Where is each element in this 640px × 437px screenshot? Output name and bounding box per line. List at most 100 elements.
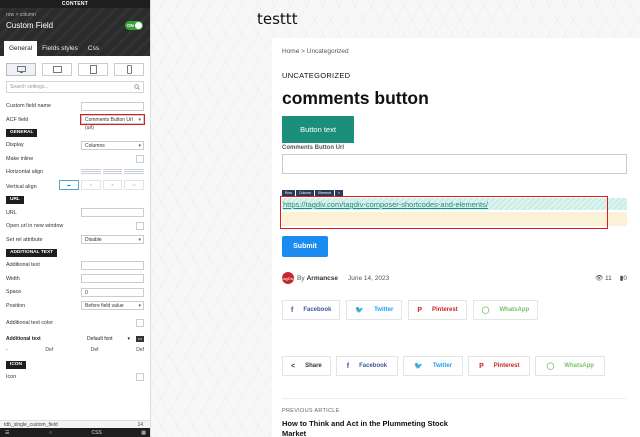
display-select[interactable]: Columns (81, 140, 144, 150)
icon-picker[interactable] (136, 373, 144, 382)
search-icon (134, 84, 140, 90)
rel-attribute-select[interactable]: Disable (81, 235, 144, 245)
align-left-option[interactable] (81, 169, 101, 176)
url-row: URL (6, 206, 144, 220)
panel-breadcrumb[interactable]: row > column (6, 12, 36, 18)
font-default-1[interactable]: Def (45, 347, 53, 353)
valign-bottom-option[interactable]: ≡ (102, 180, 123, 190)
comments-button-url-input[interactable] (282, 154, 627, 174)
custom-field-block[interactable]: Row Column Element × https://tagdiv.com/… (280, 190, 627, 236)
search-footer-icon[interactable]: ○ (49, 430, 52, 436)
font-select[interactable]: Default font (87, 336, 113, 342)
share2-whatsapp-button[interactable]: ◯ WhatsApp (535, 356, 605, 376)
more-options-icon[interactable]: ••• (136, 335, 144, 342)
grid-icon[interactable]: ▦ (141, 430, 146, 436)
share2-twitter-button[interactable]: 🐦 Twitter (403, 356, 464, 376)
twitter-icon: 🐦 (355, 307, 365, 314)
share2-pinterest-button[interactable]: P Pinterest (468, 356, 531, 376)
menu-icon[interactable]: ☰ (5, 430, 9, 436)
make-inline-checkbox[interactable] (136, 154, 144, 163)
tab-general[interactable]: General (4, 41, 38, 56)
rel-attribute-label: Set rel attribute (6, 236, 43, 243)
tablet-portrait-icon (89, 65, 97, 74)
submit-button[interactable]: Submit (282, 236, 328, 257)
share2-facebook-button[interactable]: f Facebook (335, 356, 399, 376)
share-pinterest-button[interactable]: P Pinterest (408, 300, 467, 320)
share-facebook-button[interactable]: f Facebook (282, 300, 341, 320)
align-right-option[interactable] (124, 169, 145, 176)
comments-button-url-label: Comments Button Url (282, 145, 344, 151)
rel-attribute-row: Set rel attribute Disable (6, 233, 144, 247)
font-defaults-row: - Def Def Def (6, 345, 144, 356)
button-text-button[interactable]: Button text (282, 116, 354, 143)
valign-middle-option[interactable]: ≡ (80, 180, 101, 190)
device-switcher (6, 63, 144, 76)
additional-text-row: Additional text (6, 259, 144, 273)
font-default-0[interactable]: - (6, 347, 8, 353)
additional-text-input[interactable] (81, 260, 144, 270)
panel-title: Custom Field (6, 21, 54, 30)
open-new-window-checkbox[interactable] (136, 222, 144, 231)
settings-search-input[interactable]: Search settings... (6, 81, 144, 93)
site-title[interactable]: testtt (257, 10, 298, 28)
valign-stretch-option[interactable]: ▭ (124, 180, 144, 190)
width-input[interactable] (81, 274, 144, 284)
author-name[interactable]: Armancse (307, 275, 338, 282)
font-chevron-icon[interactable]: ▾ (127, 336, 130, 342)
previous-article-label: PREVIOUS ARTICLE (282, 408, 340, 414)
position-select[interactable]: Before field value (81, 301, 144, 311)
vertical-align-options: ▬ ≡ ≡ ▭ (59, 180, 144, 190)
toggle-knob (135, 22, 142, 29)
footer-css-button[interactable]: CSS (91, 430, 101, 436)
icon-row: Icon (6, 371, 144, 385)
author-avatar[interactable]: tagDiv (282, 272, 294, 284)
color-picker-swatch[interactable] (136, 318, 144, 327)
post-title: comments button (282, 88, 429, 108)
horizontal-align-label: Horizontal align (6, 169, 44, 176)
panel-header: row > column Custom Field ON General Fie… (0, 8, 150, 56)
share-whatsapp-button[interactable]: ◯ WhatsApp (472, 300, 539, 320)
make-inline-row: Make inline (6, 152, 144, 166)
post-date: June 14, 2023 (348, 274, 390, 282)
additional-text-label: Additional text (6, 262, 40, 269)
breadcrumb[interactable]: Home > Uncategorized (282, 48, 349, 55)
font-default-2[interactable]: Def (91, 347, 99, 353)
section-general: GENERAL (6, 128, 38, 137)
element-toggle[interactable]: ON (125, 21, 143, 30)
share2-twitter-label: Twitter (432, 363, 453, 369)
tab-css[interactable]: Css (83, 41, 104, 56)
acf-field-select[interactable]: Comments Button Url (url) (80, 114, 145, 131)
make-inline-label: Make inline (6, 155, 34, 162)
tab-fields-styles[interactable]: Fields styles (37, 41, 83, 56)
valign-top-option[interactable]: ▬ (59, 180, 79, 190)
panel-tabs: General Fields styles Css (4, 41, 104, 56)
share-twitter-button[interactable]: 🐦 Twitter (346, 300, 403, 320)
space-label: Space (6, 289, 22, 296)
facebook-icon: f (291, 306, 294, 314)
align-center-option[interactable] (102, 169, 123, 176)
desktop-device-button[interactable] (6, 63, 36, 76)
tablet-landscape-device-button[interactable] (42, 63, 72, 76)
custom-field-name-input[interactable] (81, 101, 144, 111)
url-input[interactable] (81, 208, 144, 218)
font-default-3[interactable]: Def (136, 347, 144, 353)
share2-pinterest-label: Pinterest (493, 363, 520, 369)
category-label[interactable]: UNCATEGORIZED (282, 71, 350, 80)
panel-footer: ☰ ○ CSS ▦ (0, 428, 150, 437)
share-toggle-button[interactable]: < Share (282, 356, 331, 376)
icon-label: Icon (6, 374, 17, 381)
comments-count[interactable]: ▮0 (620, 274, 627, 282)
custom-field-name-row: Custom field name (6, 99, 144, 113)
font-label: Additional text (6, 335, 41, 342)
section-additional-text: ADDITIONAL TEXT (6, 248, 58, 257)
tablet-portrait-device-button[interactable] (78, 63, 108, 76)
views-value: 11 (605, 275, 612, 282)
phone-icon (126, 65, 132, 74)
space-input[interactable]: 0 (81, 287, 144, 297)
share2-facebook-label: Facebook (359, 363, 388, 369)
phone-device-button[interactable] (114, 63, 144, 76)
share-icon: < (291, 362, 296, 370)
previous-article-link[interactable]: How to Think and Act in the Plummeting S… (282, 419, 472, 437)
open-new-window-label: Open url in new window (6, 223, 64, 230)
pinterest-icon: P (417, 306, 422, 314)
